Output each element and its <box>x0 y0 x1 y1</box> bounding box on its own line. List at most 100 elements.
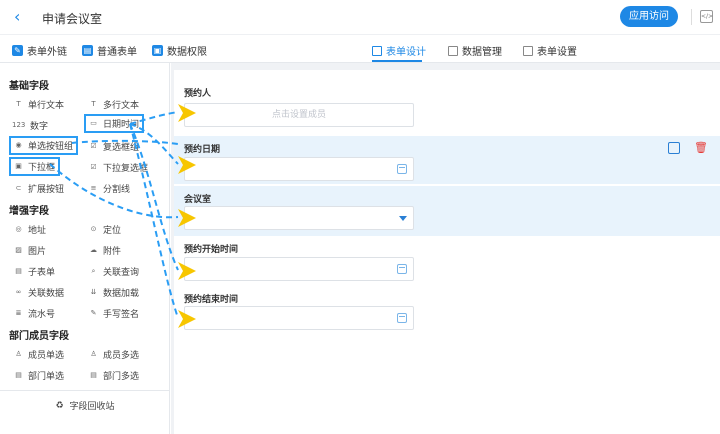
form-field-label: 会议室 <box>184 195 212 205</box>
field-subform[interactable]: ▤ 子表单 <box>14 265 55 278</box>
calendar-icon[interactable] <box>397 264 407 274</box>
field-label: 单选按钮组 <box>28 142 74 152</box>
field-label: 下拉复选框 <box>103 164 149 174</box>
field-dropdown[interactable]: ▣ 下拉框 <box>9 157 61 176</box>
field-label: 部门多选 <box>103 372 140 382</box>
form-link-label: 表单外链 <box>27 47 67 58</box>
tab-form-settings[interactable]: 表单设置 <box>523 43 577 58</box>
department-icon: ▤ <box>90 371 97 379</box>
calendar-icon[interactable] <box>397 313 407 323</box>
chevron-down-icon[interactable] <box>399 216 407 221</box>
permission-icon: ▣ <box>152 45 163 56</box>
field-dropdown-checkbox[interactable]: ☑ 下拉复选框 <box>89 161 148 174</box>
field-label: 分割线 <box>103 185 131 195</box>
field-extend-button[interactable]: ⊂ 扩展按钮 <box>14 182 64 195</box>
form-field-start-time[interactable]: 预约开始时间 <box>174 236 720 284</box>
dropdown-icon: ▣ <box>15 162 22 170</box>
field-serial-number[interactable]: ≣ 流水号 <box>14 307 55 320</box>
app-access-button[interactable]: 应用访问 <box>620 6 678 27</box>
field-dept-single[interactable]: ▤ 部门单选 <box>14 369 64 382</box>
field-member-single[interactable]: ♙ 成员单选 <box>14 348 64 361</box>
section-title-enhanced: 增强字段 <box>9 206 49 217</box>
field-location[interactable]: ⊙ 定位 <box>89 223 121 236</box>
field-number[interactable]: 123 数字 <box>12 119 48 132</box>
field-label: 成员多选 <box>103 351 140 361</box>
settings-icon <box>523 45 533 56</box>
form-field-end-time[interactable]: 预约结束时间 <box>174 284 720 334</box>
form-field-meeting-room[interactable]: 会议室 <box>174 186 720 236</box>
field-label: 关联数据 <box>28 289 65 299</box>
radio-icon: ◉ <box>15 141 22 149</box>
form-field-label: 预约日期 <box>184 145 221 155</box>
recycle-icon: ♻ <box>55 400 64 411</box>
number-icon: 123 <box>12 121 26 129</box>
field-related-data[interactable]: ∞ 关联数据 <box>14 286 64 299</box>
member-picker-placeholder: 点击设置成员 <box>271 110 326 120</box>
field-radio-group[interactable]: ◉ 单选按钮组 <box>9 136 79 155</box>
field-label: 地址 <box>28 226 47 236</box>
tab-data-management[interactable]: 数据管理 <box>448 43 502 58</box>
link-icon: ✎ <box>12 45 23 56</box>
field-attachment[interactable]: ☁ 附件 <box>89 244 121 257</box>
field-recycle-bin-button[interactable]: ♻ 字段回收站 <box>0 390 170 420</box>
form-field-booking-date[interactable]: 预约日期 <box>174 136 720 184</box>
field-label: 流水号 <box>28 310 56 320</box>
copy-icon[interactable] <box>668 142 680 154</box>
field-image[interactable]: ▨ 图片 <box>14 244 46 257</box>
field-member-multi[interactable]: ♙ 成员多选 <box>89 348 139 361</box>
checkbox-icon: ☑ <box>90 142 97 150</box>
tab-form-design[interactable]: 表单设计 <box>372 43 426 58</box>
field-multi-line-text[interactable]: T 多行文本 <box>89 98 139 111</box>
field-label: 数据加载 <box>103 289 140 299</box>
field-divider[interactable]: ≡ 分割线 <box>89 182 130 195</box>
data-permission-button[interactable]: ▣ 数据权限 <box>152 43 207 58</box>
start-time-input[interactable] <box>184 257 414 281</box>
meeting-room-select[interactable] <box>184 206 414 230</box>
field-dept-multi[interactable]: ▤ 部门多选 <box>89 369 139 382</box>
field-checkbox-group[interactable]: ☑ 复选框组 <box>89 140 139 153</box>
active-tab-indicator <box>372 60 422 62</box>
design-icon <box>372 45 382 56</box>
field-label: 多行文本 <box>103 101 140 111</box>
tab-form-settings-label: 表单设置 <box>537 47 577 58</box>
section-title-department: 部门成员字段 <box>9 331 69 342</box>
calendar-icon[interactable] <box>397 164 407 174</box>
divider-icon: ≡ <box>90 184 97 192</box>
section-title-basic: 基础字段 <box>9 81 49 92</box>
field-signature[interactable]: ✎ 手写签名 <box>89 307 139 320</box>
department-icon: ▤ <box>15 371 22 379</box>
header-divider <box>691 9 692 25</box>
form-field-label: 预约人 <box>184 89 212 99</box>
field-label: 复选框组 <box>103 143 140 153</box>
member-picker-input[interactable]: 点击设置成员 <box>184 103 414 127</box>
app-header: ‹ 申请会议室 应用访问 </> <box>0 0 720 35</box>
form-link-button[interactable]: ✎ 表单外链 <box>12 43 67 58</box>
form-field-label: 预约开始时间 <box>184 238 245 259</box>
field-single-line-text[interactable]: T 单行文本 <box>14 98 64 111</box>
target-icon: ⊙ <box>90 225 97 233</box>
normal-form-label: 普通表单 <box>97 47 137 58</box>
form-field-booker[interactable]: 预约人 点击设置成员 <box>174 80 720 136</box>
delete-icon[interactable]: 🗑 <box>694 142 708 154</box>
tab-form-design-label: 表单设计 <box>386 47 426 58</box>
field-label: 数字 <box>30 122 49 132</box>
field-label: 成员单选 <box>28 351 65 361</box>
extend-icon: ⊂ <box>15 184 22 192</box>
data-icon <box>448 45 458 56</box>
page-title: 申请会议室 <box>42 12 103 26</box>
end-time-input[interactable] <box>184 306 414 330</box>
field-data-load[interactable]: ⇊ 数据加载 <box>89 286 139 299</box>
user-icon: ♙ <box>15 350 22 358</box>
back-icon[interactable]: ‹ <box>14 8 20 26</box>
field-date-time[interactable]: ▭ 日期时间 <box>84 114 145 133</box>
field-label: 部门单选 <box>28 372 65 382</box>
field-address[interactable]: ◎ 地址 <box>14 223 46 236</box>
field-related-query[interactable]: ⌕ 关联查询 <box>89 265 139 278</box>
code-icon[interactable]: </> <box>700 10 713 23</box>
field-label: 扩展按钮 <box>28 185 65 195</box>
normal-form-button[interactable]: ▤ 普通表单 <box>82 43 137 58</box>
checkbox-icon: ☑ <box>90 163 97 171</box>
date-input[interactable] <box>184 157 414 181</box>
field-label: 单行文本 <box>28 101 65 111</box>
recycle-label: 字段回收站 <box>69 402 115 412</box>
